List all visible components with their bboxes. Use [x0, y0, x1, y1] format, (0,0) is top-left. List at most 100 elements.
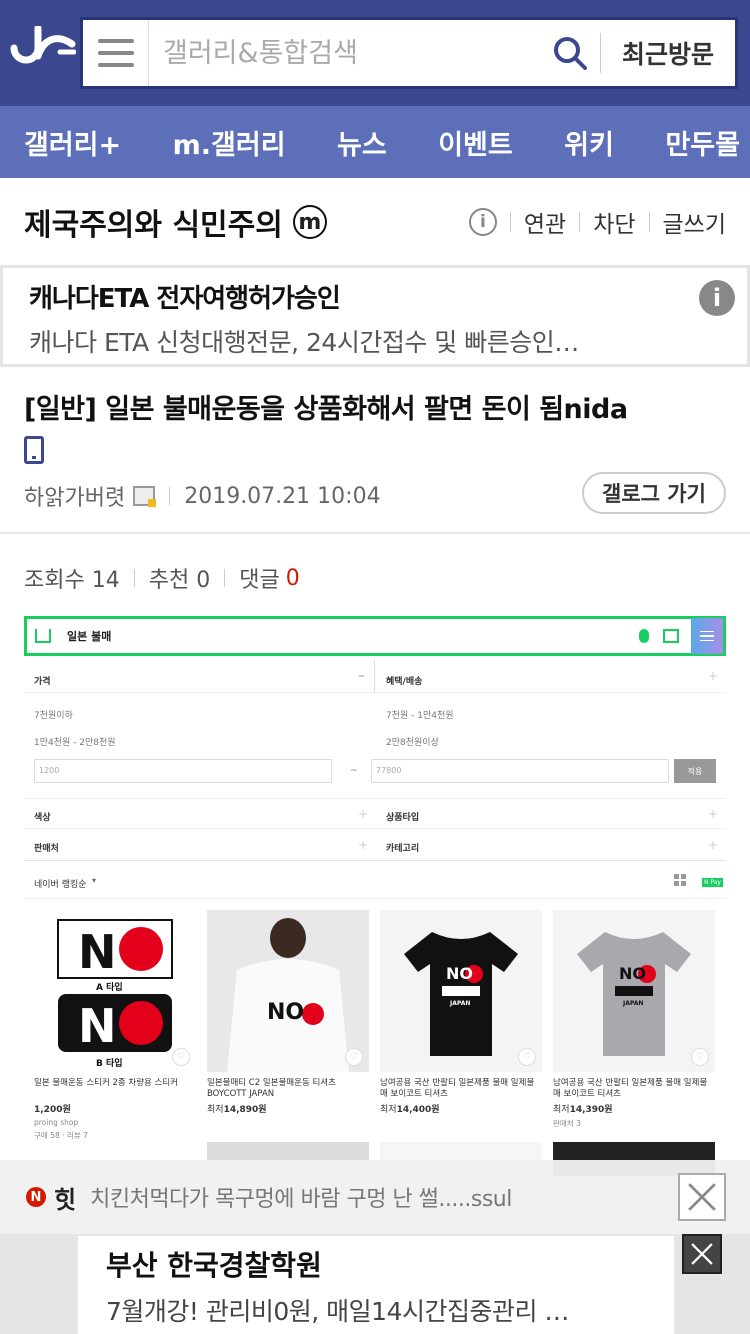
post-date: 2019.07.21 10:04 [184, 483, 381, 509]
sort-dropdown: 네이버 랭킹순 [34, 880, 87, 890]
price-option-3: 1만4천원 - 2만8천원 [34, 738, 116, 748]
nav-item-event[interactable]: 이벤트 [438, 123, 513, 162]
home-icon [35, 629, 51, 643]
info-icon[interactable]: i [468, 208, 497, 236]
dc-logo-icon[interactable] [10, 26, 76, 78]
hot-label: 힛 [54, 1185, 77, 1214]
grid-view-icon [674, 874, 686, 886]
minor-gallery-badge: m [292, 205, 327, 239]
gallog-button[interactable]: 갤로그 가기 [582, 472, 726, 514]
print-no: NO [619, 964, 646, 983]
nav-item-wiki[interactable]: 위키 [564, 123, 614, 162]
search-input[interactable] [149, 20, 540, 86]
tshirt-image [404, 932, 518, 1056]
heart-icon: ♡ [345, 1048, 363, 1066]
print-no: NO [267, 1000, 305, 1025]
divider [133, 569, 135, 587]
filter-benefit: 혜택/배송 [386, 677, 423, 687]
comment-count[interactable]: 0 [286, 566, 300, 591]
expand-icon: + [358, 807, 369, 821]
hamburger-icon [97, 39, 134, 67]
tshirt-image [227, 918, 349, 1072]
product-image: NO JAPAN ♡ [380, 910, 542, 1072]
product-price: 최저14,890원 [207, 1105, 267, 1115]
ad-title: 캐나다ETA 전자여행허가승인 [29, 284, 341, 314]
ad-banner-top[interactable]: 캐나다ETA 전자여행허가승인 캐나다 ETA 신청대행전문, 24시간접수 및… [0, 265, 750, 367]
expand-icon: + [358, 838, 369, 852]
type-a-label: A 타입 [96, 983, 123, 993]
hot-post-bar[interactable]: N 힛 치킨처먹다가 목구멍에 바람 구멍 난 썰.....ssul [0, 1160, 750, 1234]
product-name: 남여공용 국산 반팔티 일본제품 불매 일제불매 보이코트 티셔츠 [553, 1078, 708, 1099]
post-title: [일반] 일본 불매운동을 상품화해서 팔면 돈이 됨nida [24, 394, 628, 425]
search-button[interactable] [540, 20, 600, 86]
ad-description: 7월개강! 관리비0원, 매일14시간집중관리 … [106, 1297, 569, 1326]
product-card: NO JAPAN ♡ 남여공용 국산 반팔티 일본제품 불매 일제불매 보이코트… [553, 910, 715, 1129]
seller-count: 판매처 3 [553, 1119, 581, 1128]
svg-text:N: N [78, 925, 117, 979]
gallery-actions: i 연관 차단 글쓰기 [468, 205, 726, 239]
product-card: N N A 타입 B 타입 ♡ 일본 불매운동 스티커 2종 차량용 스티커 1… [34, 910, 196, 1141]
nav-item-m-gallery[interactable]: m.갤러리 [173, 123, 286, 162]
filter-color: 색상 [34, 813, 51, 823]
product-name: 일본 불매운동 스티커 2종 차량용 스티커 [34, 1078, 179, 1088]
product-image: NO ♡ [207, 910, 369, 1072]
post-image: 일본 불매 가격 – 혜택/배송 + 7천원이하 7천원 - 1만4천원 1만4… [24, 616, 726, 1176]
seller-name: proing shop [34, 1118, 79, 1127]
nav-item-news[interactable]: 뉴스 [337, 123, 387, 162]
price-option-1: 7천원이하 [34, 711, 73, 721]
product-name: 일본불매티 C2 일본불매운동 티셔츠 BOYCOTT JAPAN [207, 1078, 336, 1099]
tshirt-image [577, 932, 691, 1056]
recent-visit-button[interactable]: 최근방문 [601, 20, 735, 86]
product-price: 최저14,400원 [380, 1105, 440, 1115]
filter-category: 카테고리 [386, 844, 420, 854]
product-card: NO ♡ 일본불매티 C2 일본불매운동 티셔츠 BOYCOTT JAPAN 최… [207, 910, 369, 1115]
write-link[interactable]: 글쓰기 [663, 205, 726, 239]
ad-title: 부산 한국경찰학원 [106, 1249, 322, 1282]
heart-icon: ♡ [518, 1048, 536, 1066]
nav-item-gallery-plus[interactable]: 갤러리+ [24, 123, 121, 162]
collapse-icon: – [358, 668, 365, 684]
svg-text:N: N [78, 999, 117, 1053]
divider [374, 660, 375, 692]
mic-icon [639, 629, 649, 643]
expand-icon: + [708, 838, 719, 852]
search-bar: 최근방문 [80, 17, 738, 89]
nav-item-mandumall[interactable]: 만두몰 [665, 123, 740, 162]
gallery-header: 제국주의와 식민주의 m i 연관 차단 글쓰기 [0, 178, 750, 266]
related-link[interactable]: 연관 [524, 205, 566, 239]
block-link[interactable]: 차단 [593, 205, 635, 239]
menu-icon [691, 618, 723, 654]
divider [24, 860, 726, 861]
gallog-icon [133, 486, 157, 507]
comment-label[interactable]: 댓글 [239, 562, 279, 594]
product-price: 최저14,390원 [553, 1105, 613, 1115]
expand-icon: + [708, 807, 719, 821]
view-count: 조회수 14 [24, 568, 120, 593]
hot-post-title[interactable]: 치킨처먹다가 목구멍에 바람 구멍 난 썰.....ssul [90, 1181, 512, 1213]
heart-icon: ♡ [691, 1048, 709, 1066]
range-separator: ~ [350, 766, 358, 776]
divider [648, 212, 650, 232]
product-price: 1,200원 [34, 1105, 71, 1115]
top-header: 최근방문 [0, 0, 750, 106]
author-name[interactable]: 하앍가버렷 [24, 480, 125, 512]
ad-banner-bottom[interactable]: 부산 한국경찰학원 7월개강! 관리비0원, 매일14시간집중관리 … [78, 1236, 674, 1334]
ad-description: 캐나다 ETA 신청대행전문, 24시간접수 및 빠른승인… [29, 328, 579, 357]
price-option-2: 7천원 - 1만4천원 [386, 711, 454, 721]
post-stats: 조회수 14 추천 0 댓글 0 [24, 562, 300, 594]
heart-icon: ♡ [172, 1048, 190, 1066]
filter-type: 상품타입 [386, 813, 420, 823]
divider [24, 828, 726, 829]
close-icon[interactable] [682, 1234, 722, 1274]
divider [169, 487, 171, 505]
search-icon [554, 37, 587, 70]
chevron-down-icon: ▾ [92, 876, 97, 885]
gallery-title[interactable]: 제국주의와 식민주의 [24, 200, 283, 244]
menu-button[interactable] [83, 20, 149, 86]
mobile-icon [24, 436, 44, 464]
camera-icon [663, 629, 679, 643]
ad-info-icon[interactable]: i [699, 280, 735, 316]
max-price-input: 77800 [371, 759, 669, 783]
close-icon[interactable] [678, 1173, 726, 1221]
type-b-label: B 타입 [96, 1059, 123, 1069]
